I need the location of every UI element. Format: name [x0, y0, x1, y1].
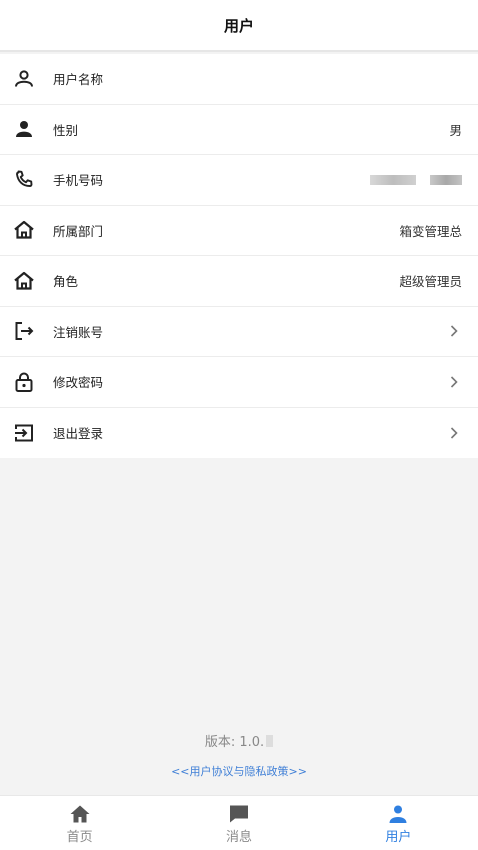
row-department[interactable]: 所属部门 箱变管理总 — [0, 206, 478, 256]
version-label: 版本: 1.0. — [204, 735, 265, 750]
home-icon — [11, 217, 37, 243]
row-label: 用户名称 — [53, 72, 104, 88]
row-label: 手机号码 — [53, 173, 104, 189]
bottom-tab-bar: 首页 消息 用户 — [0, 795, 478, 850]
row-change-password[interactable]: 修改密码 — [0, 357, 478, 408]
chevron-right-icon — [450, 376, 458, 388]
tab-label: 用户 — [385, 829, 412, 845]
row-phone[interactable]: 手机号码 — [0, 155, 478, 206]
row-deactivate-account[interactable]: 注销账号 — [0, 307, 478, 357]
privacy-policy-link[interactable]: <<用户协议与隐私政策>> — [0, 763, 478, 779]
user-filled-icon — [389, 805, 407, 823]
row-label: 修改密码 — [53, 375, 104, 391]
row-label: 退出登录 — [53, 426, 104, 442]
lock-icon — [11, 369, 37, 395]
row-value: 男 — [449, 122, 462, 138]
home-icon — [11, 268, 37, 294]
person-icon — [11, 116, 37, 142]
row-role[interactable]: 角色 超级管理员 — [0, 256, 478, 307]
redacted-mark — [266, 735, 274, 747]
row-value: 箱变管理总 — [399, 223, 462, 239]
tab-messages[interactable]: 消息 — [159, 796, 318, 850]
user-outline-icon — [11, 66, 37, 92]
row-gender[interactable]: 性别 男 — [0, 105, 478, 155]
tab-label: 消息 — [225, 829, 252, 845]
row-label: 性别 — [53, 122, 79, 138]
message-icon — [229, 805, 248, 822]
row-label: 注销账号 — [53, 324, 104, 340]
tab-user[interactable]: 用户 — [319, 796, 478, 850]
top-bar: 用户 — [0, 0, 478, 52]
row-username[interactable]: 用户名称 — [0, 54, 478, 105]
row-value: 超级管理员 — [399, 274, 462, 290]
phone-icon — [11, 167, 37, 193]
chevron-right-icon — [450, 325, 458, 337]
home-filled-icon — [70, 805, 90, 822]
settings-list: 用户名称 性别 男 手机号码 所属部门 箱变管理总 角色 超级管理员 注销账号 … — [0, 54, 478, 458]
tab-label: 首页 — [66, 829, 93, 845]
chevron-right-icon — [450, 427, 458, 439]
row-label: 所属部门 — [53, 223, 104, 239]
version-text: 版本: 1.0. — [0, 731, 478, 750]
exit-icon — [11, 420, 37, 446]
page-title: 用户 — [223, 16, 254, 35]
redacted-phone-value — [370, 174, 462, 185]
tab-home[interactable]: 首页 — [0, 796, 159, 850]
logout-icon — [11, 318, 37, 344]
row-label: 角色 — [53, 274, 79, 290]
row-logout[interactable]: 退出登录 — [0, 408, 478, 459]
